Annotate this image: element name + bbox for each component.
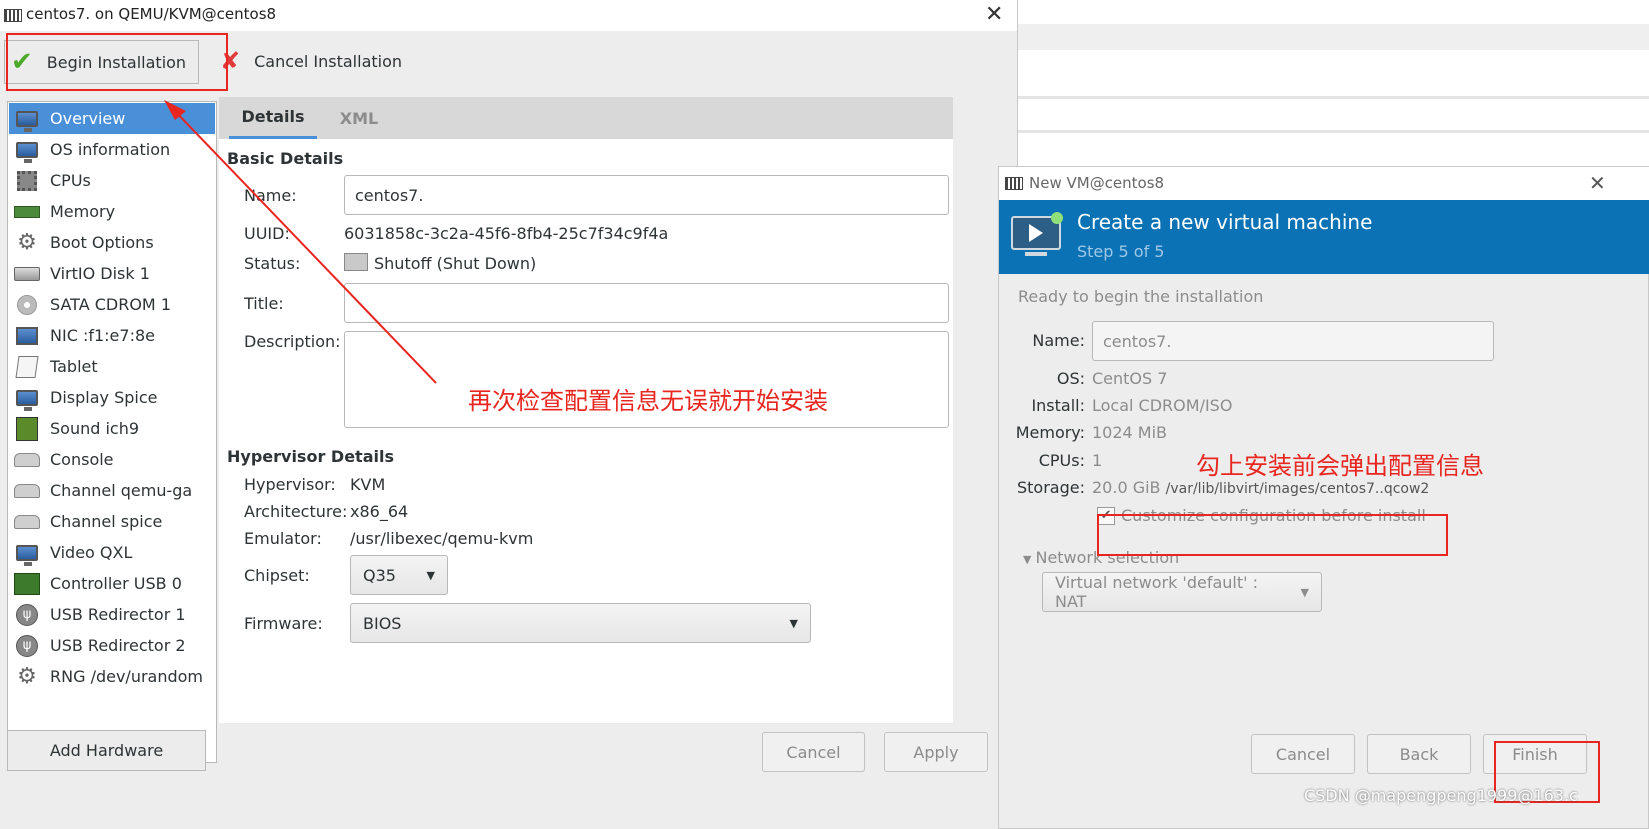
annotation-left-text: 再次检查配置信息无误就开始安装 <box>468 387 828 415</box>
annotation-right-text: 勾上安装前会弹出配置信息 <box>1196 452 1484 480</box>
csdn-watermark: CSDN @mapengpeng1999@163.c <box>1304 786 1578 805</box>
